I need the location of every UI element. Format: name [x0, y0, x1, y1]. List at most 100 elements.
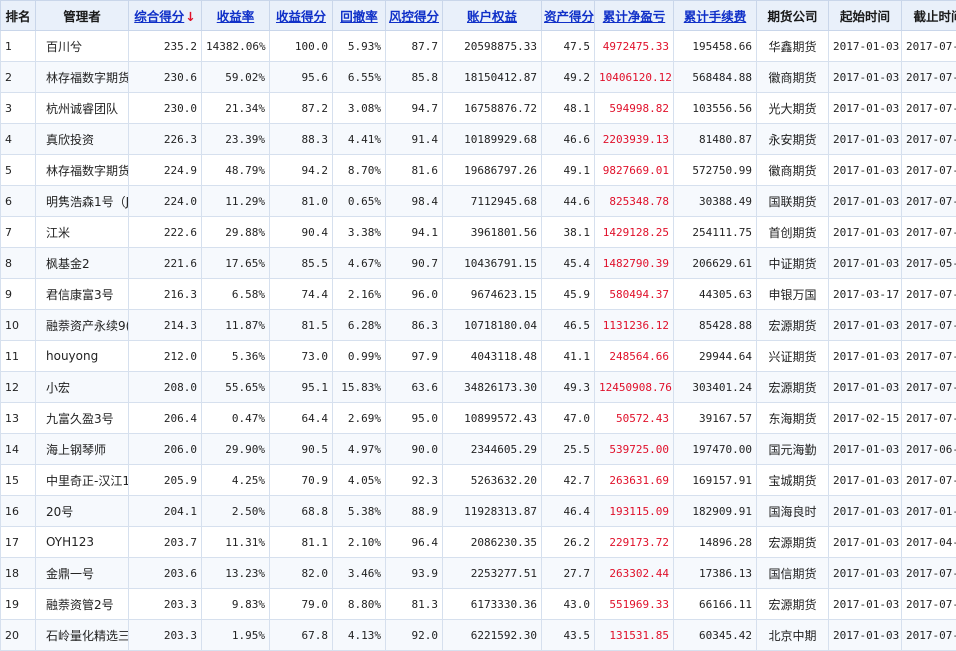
cell-manager[interactable]: 林存福数字期货: [36, 155, 129, 186]
cell-manager[interactable]: 海上钢琴师: [36, 434, 129, 465]
cell-manager[interactable]: 君信康富3号: [36, 279, 129, 310]
cell-futures-company: 国联期货: [757, 186, 829, 217]
cell-risk-score: 95.0: [386, 403, 443, 434]
cell-rank: 1: [1, 31, 36, 62]
table-row[interactable]: 8枫基金2221.617.65%85.54.67%90.710436791.15…: [1, 248, 956, 279]
cell-futures-company: 北京中期: [757, 620, 829, 651]
cell-manager[interactable]: 九富久盈3号: [36, 403, 129, 434]
cell-drawdown-rate: 4.97%: [333, 434, 386, 465]
cell-manager[interactable]: 百川兮: [36, 31, 129, 62]
cell-manager[interactable]: 中里奇正-汉江1: [36, 465, 129, 496]
table-row[interactable]: 1620号204.12.50%68.85.38%88.911928313.874…: [1, 496, 956, 527]
table-row[interactable]: 5林存福数字期货224.948.79%94.28.70%81.619686797…: [1, 155, 956, 186]
cell-start-date: 2017-01-03: [829, 465, 902, 496]
cell-account-equity: 19686797.26: [443, 155, 542, 186]
cell-futures-company: 光大期货: [757, 93, 829, 124]
header-futures-company: 期货公司: [757, 1, 829, 31]
header-asset-score[interactable]: 资产得分: [542, 1, 595, 31]
cell-manager[interactable]: 小宏: [36, 372, 129, 403]
table-row[interactable]: 2林存福数字期货230.659.02%95.66.55%85.818150412…: [1, 62, 956, 93]
cell-return-score: 81.5: [270, 310, 333, 341]
header-risk-score[interactable]: 风控得分: [386, 1, 443, 31]
table-row[interactable]: 1百川兮235.214382.06%100.05.93%87.720598875…: [1, 31, 956, 62]
cell-total-score: 230.0: [129, 93, 202, 124]
cell-total-score: 206.0: [129, 434, 202, 465]
table-row[interactable]: 19融萘资管2号203.39.83%79.08.80%81.36173330.3…: [1, 589, 956, 620]
cell-end-date: 2017-07-03: [902, 31, 956, 62]
table-row[interactable]: 14海上钢琴师206.029.90%90.54.97%90.02344605.2…: [1, 434, 956, 465]
table-row[interactable]: 18金鼎一号203.613.23%82.03.46%93.92253277.51…: [1, 558, 956, 589]
cell-manager[interactable]: 融萘资产永续9(: [36, 310, 129, 341]
cell-net-profit: 1429128.25: [595, 217, 674, 248]
header-start-date: 起始时间: [829, 1, 902, 31]
cell-rank: 14: [1, 434, 36, 465]
cell-net-profit: 263302.44: [595, 558, 674, 589]
cell-asset-score: 49.2: [542, 62, 595, 93]
cell-risk-score: 86.3: [386, 310, 443, 341]
cell-net-profit: 12450908.76: [595, 372, 674, 403]
cell-start-date: 2017-01-03: [829, 155, 902, 186]
cell-manager[interactable]: 枫基金2: [36, 248, 129, 279]
cell-asset-score: 45.4: [542, 248, 595, 279]
table-row[interactable]: 15中里奇正-汉江1205.94.25%70.94.05%92.35263632…: [1, 465, 956, 496]
table-row[interactable]: 20石岭量化精选三203.31.95%67.84.13%92.06221592.…: [1, 620, 956, 651]
cell-return-rate: 9.83%: [202, 589, 270, 620]
cell-account-equity: 2086230.35: [443, 527, 542, 558]
cell-end-date: 2017-07-03: [902, 341, 956, 372]
header-account-equity[interactable]: 账户权益: [443, 1, 542, 31]
cell-manager[interactable]: 金鼎一号: [36, 558, 129, 589]
table-row[interactable]: 9君信康富3号216.36.58%74.42.16%96.09674623.15…: [1, 279, 956, 310]
cell-manager[interactable]: OYH123: [36, 527, 129, 558]
cell-account-equity: 10436791.15: [443, 248, 542, 279]
header-total-score[interactable]: 综合得分↓: [129, 1, 202, 31]
table-row[interactable]: 7江米222.629.88%90.43.38%94.13961801.5638.…: [1, 217, 956, 248]
table-row[interactable]: 11houyong212.05.36%73.00.99%97.94043118.…: [1, 341, 956, 372]
table-row[interactable]: 4真欣投资226.323.39%88.34.41%91.410189929.68…: [1, 124, 956, 155]
cell-asset-score: 47.0: [542, 403, 595, 434]
header-return-score[interactable]: 收益得分: [270, 1, 333, 31]
cell-return-rate: 14382.06%: [202, 31, 270, 62]
cell-drawdown-rate: 6.28%: [333, 310, 386, 341]
cell-fees: 66166.11: [674, 589, 757, 620]
table-row[interactable]: 6明隽浩森1号（J224.011.29%81.00.65%98.47112945…: [1, 186, 956, 217]
cell-fees: 182909.91: [674, 496, 757, 527]
cell-futures-company: 宏源期货: [757, 372, 829, 403]
table-row[interactable]: 17OYH123203.711.31%81.12.10%96.42086230.…: [1, 527, 956, 558]
table-row[interactable]: 10融萘资产永续9(214.311.87%81.56.28%86.3107181…: [1, 310, 956, 341]
cell-manager[interactable]: 杭州诚睿团队: [36, 93, 129, 124]
cell-start-date: 2017-01-03: [829, 372, 902, 403]
table-row[interactable]: 12小宏208.055.65%95.115.83%63.634826173.30…: [1, 372, 956, 403]
cell-manager[interactable]: 明隽浩森1号（J: [36, 186, 129, 217]
cell-asset-score: 49.1: [542, 155, 595, 186]
cell-fees: 17386.13: [674, 558, 757, 589]
cell-manager[interactable]: 真欣投资: [36, 124, 129, 155]
cell-manager[interactable]: 江米: [36, 217, 129, 248]
cell-return-score: 81.1: [270, 527, 333, 558]
cell-net-profit: 580494.37: [595, 279, 674, 310]
header-fees[interactable]: 累计手续费: [674, 1, 757, 31]
header-drawdown-rate[interactable]: 回撤率: [333, 1, 386, 31]
cell-asset-score: 49.3: [542, 372, 595, 403]
cell-total-score: 214.3: [129, 310, 202, 341]
cell-manager[interactable]: 20号: [36, 496, 129, 527]
cell-risk-score: 98.4: [386, 186, 443, 217]
cell-account-equity: 10718180.04: [443, 310, 542, 341]
header-return-rate[interactable]: 收益率: [202, 1, 270, 31]
cell-rank: 13: [1, 403, 36, 434]
cell-manager[interactable]: houyong: [36, 341, 129, 372]
header-net-profit[interactable]: 累计净盈亏: [595, 1, 674, 31]
cell-futures-company: 首创期货: [757, 217, 829, 248]
cell-account-equity: 34826173.30: [443, 372, 542, 403]
cell-manager[interactable]: 石岭量化精选三: [36, 620, 129, 651]
cell-futures-company: 宏源期货: [757, 527, 829, 558]
cell-total-score: 203.3: [129, 620, 202, 651]
cell-return-score: 74.4: [270, 279, 333, 310]
cell-drawdown-rate: 2.16%: [333, 279, 386, 310]
cell-rank: 4: [1, 124, 36, 155]
table-row[interactable]: 3杭州诚睿团队230.021.34%87.23.08%94.716758876.…: [1, 93, 956, 124]
cell-manager[interactable]: 融萘资管2号: [36, 589, 129, 620]
cell-end-date: 2017-01-13: [902, 496, 956, 527]
cell-manager[interactable]: 林存福数字期货: [36, 62, 129, 93]
cell-asset-score: 46.5: [542, 310, 595, 341]
table-row[interactable]: 13九富久盈3号206.40.47%64.42.69%95.010899572.…: [1, 403, 956, 434]
